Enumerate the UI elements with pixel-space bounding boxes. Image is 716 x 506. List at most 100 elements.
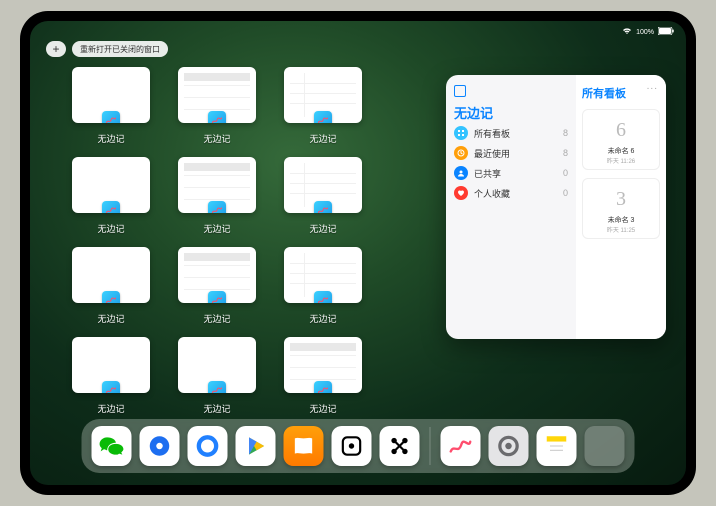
sidebar-item[interactable]: 已共享 0 xyxy=(454,166,568,180)
freeform-app-icon xyxy=(102,381,120,393)
dock-qqbrowser[interactable] xyxy=(140,426,180,466)
wechat-icon xyxy=(99,433,125,459)
sidebar-item[interactable]: 所有看板 8 xyxy=(454,126,568,140)
window-card[interactable]: 无边记 xyxy=(176,67,258,145)
board-name: 未命名 6 xyxy=(608,146,635,156)
screen: 100% + 重新打开已关闭的窗口 无边记无边记无边记无边记无边记无边记无边记无… xyxy=(30,21,686,485)
window-card[interactable]: 无边记 xyxy=(282,337,364,415)
sidebar-item-label: 已共享 xyxy=(474,167,501,180)
window-label: 无边记 xyxy=(309,222,336,235)
window-card[interactable]: 无边记 xyxy=(176,247,258,325)
window-card[interactable]: 无边记 xyxy=(176,157,258,235)
notes-icon xyxy=(544,433,570,459)
sidebar-item-label: 所有看板 xyxy=(474,127,510,140)
window-thumb xyxy=(284,247,362,303)
dock-freeform[interactable] xyxy=(441,426,481,466)
dock-books[interactable] xyxy=(284,426,324,466)
window-label: 无边记 xyxy=(97,312,124,325)
window-label: 无边记 xyxy=(97,222,124,235)
window-card[interactable]: 无边记 xyxy=(70,337,152,415)
window-label: 无边记 xyxy=(203,222,230,235)
freeform-app-icon xyxy=(208,111,226,123)
reopen-closed-window-button[interactable]: 重新打开已关闭的窗口 xyxy=(72,41,168,57)
window-thumb xyxy=(72,337,150,393)
sidebar-item-label: 个人收藏 xyxy=(474,187,510,200)
heart-icon xyxy=(454,186,468,200)
board-time: 昨天 11:26 xyxy=(607,156,635,165)
board-time: 昨天 11:25 xyxy=(607,225,635,234)
dock xyxy=(82,419,635,473)
dock-notes[interactable] xyxy=(537,426,577,466)
window-label: 无边记 xyxy=(203,402,230,415)
freeform-app-icon xyxy=(314,111,332,123)
sidebar-item-count: 0 xyxy=(563,168,568,178)
more-icon[interactable]: ... xyxy=(647,81,658,92)
window-thumb xyxy=(178,247,256,303)
sidebar-item-count: 8 xyxy=(563,128,568,138)
freeform-app-icon xyxy=(314,201,332,213)
battery-text: 100% xyxy=(636,29,654,36)
slideover-title: 无边记 xyxy=(454,103,568,122)
board-card[interactable]: 6未命名 6昨天 11:26 xyxy=(582,109,660,170)
sidebar-item-label: 最近使用 xyxy=(474,147,510,160)
board-name: 未命名 3 xyxy=(608,215,635,225)
sidebar-item[interactable]: 最近使用 8 xyxy=(454,146,568,160)
freeform-app-icon xyxy=(314,381,332,393)
play-icon xyxy=(243,433,269,459)
expose-grid: 无边记无边记无边记无边记无边记无边记无边记无边记无边记无边记无边记无边记 xyxy=(70,67,470,415)
window-card[interactable]: 无边记 xyxy=(282,157,364,235)
window-thumb xyxy=(72,157,150,213)
window-label: 无边记 xyxy=(309,402,336,415)
qqbrowser-icon xyxy=(147,433,173,459)
window-thumb xyxy=(72,67,150,123)
freeform-app-icon xyxy=(102,201,120,213)
window-card[interactable]: 无边记 xyxy=(282,67,364,145)
freeform-app-icon xyxy=(208,291,226,303)
board-thumb: 6 xyxy=(601,114,641,146)
window-card[interactable]: 无边记 xyxy=(176,337,258,415)
dock-wechat[interactable] xyxy=(92,426,132,466)
window-label: 无边记 xyxy=(203,132,230,145)
window-label: 无边记 xyxy=(309,312,336,325)
sidebar-item-count: 8 xyxy=(563,148,568,158)
books-icon xyxy=(291,433,317,459)
grid-icon xyxy=(454,126,468,140)
freeform-app-icon xyxy=(208,381,226,393)
dock-separator xyxy=(430,427,431,465)
dock-settings[interactable] xyxy=(489,426,529,466)
status-bar: 100% xyxy=(30,25,686,39)
window-card[interactable]: 无边记 xyxy=(70,157,152,235)
slideover-content: 所有看板 6未命名 6昨天 11:263未命名 3昨天 11:25 xyxy=(576,75,666,339)
dock-apps-group[interactable] xyxy=(585,426,625,466)
window-thumb xyxy=(178,337,256,393)
dice-icon xyxy=(339,433,365,459)
window-card[interactable]: 无边记 xyxy=(282,247,364,325)
new-window-button[interactable]: + xyxy=(46,41,66,57)
freeform-app-icon xyxy=(208,201,226,213)
freeform-icon xyxy=(448,433,474,459)
window-card[interactable]: 无边记 xyxy=(70,247,152,325)
window-card[interactable]: 无边记 xyxy=(70,67,152,145)
people-icon xyxy=(454,166,468,180)
clock-icon xyxy=(454,146,468,160)
ipad-frame: 100% + 重新打开已关闭的窗口 无边记无边记无边记无边记无边记无边记无边记无… xyxy=(20,11,696,495)
window-thumb xyxy=(284,337,362,393)
sidebar-item[interactable]: 个人收藏 0 xyxy=(454,186,568,200)
window-label: 无边记 xyxy=(97,402,124,415)
window-thumb xyxy=(178,157,256,213)
sidebar-item-count: 0 xyxy=(563,188,568,198)
window-label: 无边记 xyxy=(97,132,124,145)
dock-dots[interactable] xyxy=(380,426,420,466)
dock-play[interactable] xyxy=(236,426,276,466)
dots-icon xyxy=(387,433,413,459)
wifi-icon xyxy=(622,27,632,37)
window-thumb xyxy=(284,157,362,213)
window-label: 无边记 xyxy=(309,132,336,145)
slideover-panel[interactable]: ... 无边记 所有看板8最近使用8已共享0个人收藏0 所有看板 6未命名 6昨… xyxy=(446,75,666,339)
battery-icon xyxy=(658,27,674,37)
dock-quark[interactable] xyxy=(188,426,228,466)
dock-dice[interactable] xyxy=(332,426,372,466)
freeform-app-icon xyxy=(102,291,120,303)
board-card[interactable]: 3未命名 3昨天 11:25 xyxy=(582,178,660,239)
window-thumb xyxy=(178,67,256,123)
